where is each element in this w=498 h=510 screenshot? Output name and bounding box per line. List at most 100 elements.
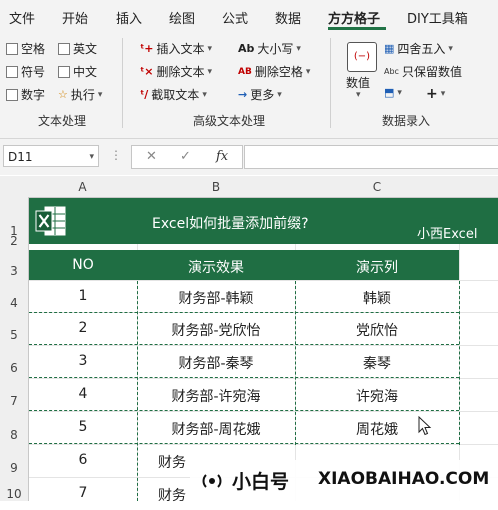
numeric-label: 数值 bbox=[346, 76, 371, 90]
table-cell[interactable]: 周花娥 bbox=[295, 419, 459, 439]
table-cell[interactable]: 财务部-许宛海 bbox=[137, 386, 295, 406]
confirm-icon[interactable]: ✓ bbox=[180, 149, 191, 164]
chevron-down-icon: ▾ bbox=[202, 89, 207, 100]
round-label: 四舍五入 bbox=[397, 42, 446, 56]
table-cell[interactable]: 7 bbox=[29, 485, 137, 501]
checkbox-label: 中文 bbox=[73, 65, 98, 79]
table-cell[interactable]: 党欣怡 bbox=[295, 320, 459, 340]
tab-diy-toolbox[interactable]: DIY工具箱 bbox=[407, 8, 468, 27]
mouse-pointer-icon bbox=[418, 416, 432, 436]
table-cell[interactable]: 2 bbox=[29, 320, 137, 336]
star-icon: ☆ bbox=[58, 88, 68, 101]
checkbox-box[interactable] bbox=[58, 42, 70, 55]
delete-text-button[interactable]: ᵗ× 删除文本 ▾ bbox=[140, 63, 212, 80]
broadcast-icon bbox=[202, 474, 222, 488]
checkbox-number[interactable]: 数字 bbox=[6, 86, 45, 103]
table-cell[interactable]: 韩颖 bbox=[295, 288, 459, 308]
formula-input[interactable] bbox=[244, 145, 498, 169]
tab-insert[interactable]: 插入 bbox=[116, 8, 142, 27]
row-header[interactable]: 10 bbox=[0, 487, 28, 501]
table-row: 1 财务部-韩颖 韩颖 bbox=[29, 281, 459, 313]
fx-icon[interactable]: fx bbox=[216, 149, 228, 164]
row-header[interactable]: 7 bbox=[0, 394, 28, 408]
column-header-b[interactable]: B bbox=[137, 180, 295, 194]
tab-formulas[interactable]: 公式 bbox=[222, 8, 248, 27]
keep-numeric-button[interactable]: Abc 只保留数值 bbox=[384, 63, 462, 80]
table-header-cell[interactable]: 演示列 bbox=[295, 257, 459, 277]
case-button[interactable]: Ab 大小写 ▾ bbox=[238, 40, 301, 57]
numeric-icon[interactable]: (−) bbox=[347, 42, 377, 72]
row-header[interactable]: 8 bbox=[0, 428, 28, 442]
row-header[interactable]: 2 bbox=[0, 234, 28, 248]
numeric-button[interactable]: 数值 bbox=[346, 74, 370, 91]
execute-button[interactable]: ☆ 执行 ▾ bbox=[58, 86, 102, 103]
row-header[interactable]: 5 bbox=[0, 328, 28, 342]
table-cell[interactable]: 4 bbox=[29, 386, 137, 402]
extract-text-label: 截取文本 bbox=[151, 88, 200, 102]
table-cell[interactable]: 6 bbox=[29, 452, 137, 468]
row-header[interactable]: 6 bbox=[0, 361, 28, 375]
insert-text-button[interactable]: ᵗ+ 插入文本 ▾ bbox=[140, 40, 212, 57]
group-label-text-processing: 文本处理 bbox=[38, 114, 87, 128]
row-header[interactable]: 9 bbox=[0, 461, 28, 475]
checkbox-space[interactable]: 空格 bbox=[6, 40, 45, 57]
delete-text-icon: ᵗ× bbox=[140, 65, 154, 78]
arrow-right-icon: → bbox=[238, 88, 248, 101]
add-button[interactable]: + ▾ bbox=[426, 86, 445, 102]
table-cell[interactable]: 财务部-党欣怡 bbox=[137, 320, 295, 340]
table-header: NO 演示效果 演示列 bbox=[29, 250, 459, 280]
tab-draw[interactable]: 绘图 bbox=[169, 8, 195, 27]
table-cell[interactable]: 5 bbox=[29, 419, 137, 435]
row-header[interactable]: 4 bbox=[0, 296, 28, 310]
checkbox-label: 空格 bbox=[21, 42, 46, 56]
insert-text-icon: ᵗ+ bbox=[140, 42, 154, 55]
tab-file[interactable]: 文件 bbox=[9, 8, 35, 27]
checkbox-english[interactable]: 英文 bbox=[58, 40, 97, 57]
table-cell[interactable]: 财务部-秦琴 bbox=[137, 353, 295, 373]
checkbox-symbol[interactable]: 符号 bbox=[6, 63, 45, 80]
name-box[interactable]: D11 ▾ bbox=[3, 145, 99, 167]
keep-numeric-icon: Abc bbox=[384, 67, 399, 76]
extract-text-button[interactable]: ᵗ∕ 截取文本 ▾ bbox=[140, 86, 207, 103]
checkbox-chinese[interactable]: 中文 bbox=[58, 63, 97, 80]
checkbox-box[interactable] bbox=[6, 88, 18, 101]
round-button[interactable]: ▦ 四舍五入 ▾ bbox=[384, 40, 453, 57]
row-header-bar: 1 2 3 4 5 6 7 8 9 10 bbox=[0, 197, 29, 501]
column-header-a[interactable]: A bbox=[28, 180, 137, 194]
checkbox-box[interactable] bbox=[6, 42, 18, 55]
table-cell[interactable]: 秦琴 bbox=[295, 353, 459, 373]
table-row: 2 财务部-党欣怡 党欣怡 bbox=[29, 313, 459, 345]
table-cell[interactable]: 1 bbox=[29, 288, 137, 304]
row-header[interactable]: 3 bbox=[0, 264, 28, 278]
tab-fangfanggezi[interactable]: 方方格子 bbox=[328, 8, 380, 27]
table-cell[interactable]: 3 bbox=[29, 353, 137, 369]
checkbox-label: 符号 bbox=[21, 65, 46, 79]
checkbox-box[interactable] bbox=[58, 65, 70, 78]
table-header-cell[interactable]: NO bbox=[29, 257, 137, 273]
column-header-bar: A B C bbox=[0, 176, 498, 198]
drag-handle-icon[interactable]: ⋮ bbox=[110, 148, 122, 162]
ribbon-tab-bar: 文件 开始 插入 绘图 公式 数据 方方格子 DIY工具箱 bbox=[0, 0, 498, 30]
watermark-en: XIAOBAIHAO.COM bbox=[318, 469, 490, 489]
more-button[interactable]: → 更多 ▾ bbox=[238, 86, 282, 103]
group-label-advanced-text: 高级文本处理 bbox=[193, 114, 266, 128]
table-header-cell[interactable]: 演示效果 bbox=[137, 257, 295, 277]
watermark-cn: 小白号 bbox=[232, 471, 290, 493]
delete-spaces-icon: AB bbox=[238, 66, 252, 77]
table-cell[interactable]: 财务部-韩颖 bbox=[137, 288, 295, 308]
tab-data[interactable]: 数据 bbox=[275, 8, 301, 27]
tab-home[interactable]: 开始 bbox=[62, 8, 88, 27]
table-cell[interactable]: 许宛海 bbox=[295, 386, 459, 406]
chevron-down-icon: ▾ bbox=[207, 43, 213, 54]
column-header-c[interactable]: C bbox=[295, 180, 459, 194]
group-label-data-entry: 数据录入 bbox=[382, 114, 431, 128]
formula-bar: D11 ▾ ⋮ ✕ ✓ fx bbox=[0, 139, 498, 175]
table-row: 5 财务部-周花娥 周花娥 bbox=[29, 412, 459, 444]
cancel-icon[interactable]: ✕ bbox=[146, 149, 157, 164]
fill-button[interactable]: ⬒ ▾ bbox=[384, 86, 402, 99]
checkbox-box[interactable] bbox=[6, 65, 18, 78]
chevron-down-icon: ▾ bbox=[397, 87, 402, 98]
banner-title: Excel如何批量添加前缀? bbox=[152, 216, 309, 232]
table-cell[interactable]: 财务部-周花娥 bbox=[137, 419, 295, 439]
delete-spaces-button[interactable]: AB 删除空格 ▾ bbox=[238, 63, 310, 80]
